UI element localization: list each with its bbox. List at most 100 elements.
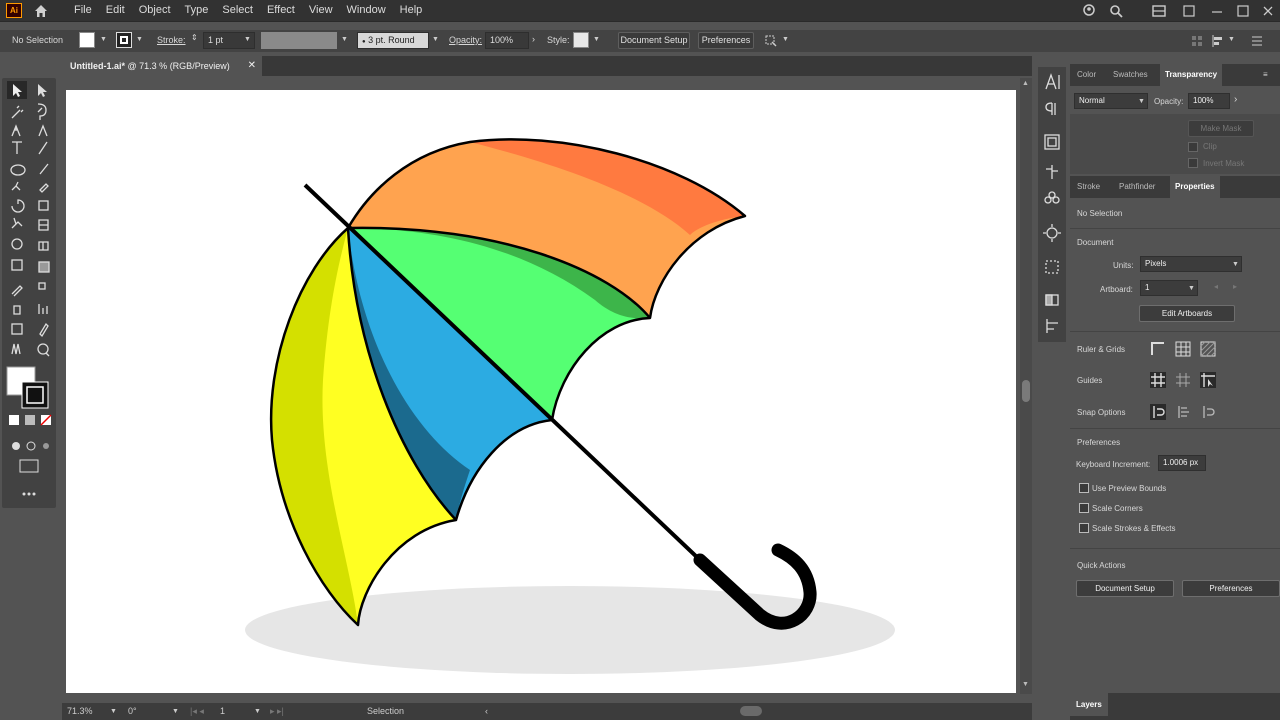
chevron-down-icon[interactable]: ▼ — [136, 36, 143, 43]
quick-document-setup-button[interactable]: Document Setup — [1076, 580, 1174, 597]
chevron-down-icon[interactable]: ▼ — [1188, 285, 1195, 292]
document-tab[interactable]: Untitled-1.ai* @ 71.3 % (RGB/Preview) ✕ — [62, 56, 262, 76]
chevron-down-icon[interactable]: ▼ — [1138, 98, 1145, 105]
search-icon[interactable] — [1109, 4, 1123, 18]
scroll-up-icon[interactable]: ▲ — [1022, 80, 1029, 87]
preferences-button[interactable]: Preferences — [698, 32, 754, 49]
close-window-icon[interactable] — [1261, 4, 1275, 18]
stroke-label[interactable]: Stroke: — [157, 35, 186, 45]
menu-type[interactable]: Type — [178, 0, 216, 22]
units-select[interactable]: Pixels — [1140, 256, 1242, 272]
chevron-down-icon[interactable]: ▼ — [341, 36, 348, 43]
rotation-value[interactable]: 0° — [128, 706, 137, 716]
tools-panel — [2, 78, 56, 508]
pixel-grid-icon[interactable] — [1200, 341, 1216, 357]
variable-width-profile[interactable] — [261, 32, 337, 49]
last-artboard-icon[interactable]: ▸ ▸| — [270, 706, 284, 717]
menu-edit[interactable]: Edit — [99, 0, 132, 22]
make-mask-button[interactable]: Make Mask — [1188, 120, 1254, 137]
maximize-icon[interactable] — [1236, 4, 1250, 18]
menu-window[interactable]: Window — [340, 0, 393, 22]
chevron-down-icon[interactable]: ▼ — [100, 36, 107, 43]
stroke-stepper-icon[interactable]: ⇕ — [191, 33, 198, 42]
umbrella-artwork[interactable] — [66, 90, 1016, 693]
opacity-field[interactable]: 100% — [485, 32, 529, 49]
tab-properties[interactable]: Properties — [1170, 176, 1220, 198]
next-artboard-icon[interactable]: ▸ — [1233, 282, 1237, 291]
document-setup-button[interactable]: Document Setup — [618, 32, 690, 49]
arrange-documents-icon[interactable] — [1152, 4, 1166, 18]
scale-strokes-checkbox[interactable] — [1079, 523, 1089, 533]
quick-preferences-button[interactable]: Preferences — [1182, 580, 1280, 597]
zoom-level[interactable]: 71.3% — [67, 706, 93, 716]
chevron-down-icon[interactable]: ▼ — [1232, 261, 1239, 268]
menu-select[interactable]: Select — [215, 0, 260, 22]
keyboard-increment-label: Keyboard Increment: — [1076, 460, 1151, 469]
clip-checkbox[interactable] — [1188, 142, 1198, 152]
snap-to-pixel-icon[interactable] — [1200, 404, 1216, 420]
first-artboard-icon[interactable]: |◂ ◂ — [190, 706, 204, 717]
opacity-label[interactable]: Opacity: — [449, 35, 482, 45]
minimize-icon[interactable] — [1210, 4, 1224, 18]
blend-mode-select[interactable]: Normal — [1074, 93, 1148, 109]
menu-object[interactable]: Object — [132, 0, 178, 22]
align-left-icon[interactable] — [1211, 34, 1225, 48]
edit-artboards-button[interactable]: Edit Artboards — [1139, 305, 1235, 322]
h-scroll-thumb[interactable] — [740, 706, 762, 716]
panel-icon-strip — [1038, 67, 1066, 342]
panel-menu-icon[interactable]: ≡ — [1263, 70, 1268, 79]
panel-menu-icon[interactable] — [1250, 34, 1264, 48]
prev-artboard-icon[interactable]: ◂ — [1214, 282, 1218, 291]
chevron-down-icon[interactable]: ▼ — [172, 708, 179, 715]
rulers-grids-label: Ruler & Grids — [1077, 345, 1126, 354]
guides-icon[interactable] — [1150, 372, 1166, 388]
menu-effect[interactable]: Effect — [260, 0, 302, 22]
chevron-down-icon[interactable]: ▼ — [1228, 36, 1235, 43]
lock-guides-icon[interactable] — [1175, 372, 1191, 388]
scroll-thumb[interactable] — [1022, 380, 1030, 402]
artboard[interactable] — [66, 90, 1016, 693]
restore-window-icon[interactable] — [1182, 4, 1196, 18]
tab-pathfinder[interactable]: Pathfinder — [1114, 176, 1160, 198]
stroke-swatch[interactable] — [116, 32, 132, 48]
ruler-icon[interactable] — [1150, 341, 1166, 357]
chevron-right-icon[interactable]: › — [1234, 94, 1237, 105]
style-swatch[interactable] — [573, 32, 589, 48]
menu-view[interactable]: View — [302, 0, 340, 22]
chevron-down-icon[interactable]: ▼ — [593, 36, 600, 43]
tab-transparency[interactable]: Transparency — [1160, 64, 1223, 86]
use-preview-bounds-checkbox[interactable] — [1079, 483, 1089, 493]
tab-stroke[interactable]: Stroke — [1072, 176, 1105, 198]
align-grid-icon[interactable] — [1190, 34, 1204, 48]
scroll-down-icon[interactable]: ▼ — [1022, 681, 1029, 688]
menu-file[interactable]: File — [67, 0, 99, 22]
transparency-opacity-field[interactable]: 100% — [1188, 93, 1230, 109]
smart-guides-icon[interactable] — [1200, 372, 1216, 388]
vertical-scrollbar[interactable]: ▲ ▼ — [1020, 78, 1032, 694]
chevron-down-icon[interactable]: ▼ — [432, 36, 439, 43]
grid-icon[interactable] — [1175, 341, 1191, 357]
chevron-down-icon[interactable]: ▼ — [254, 708, 261, 715]
artboard-number[interactable]: 1 — [220, 706, 225, 716]
snap-to-point-icon[interactable] — [1150, 404, 1166, 420]
menu-help[interactable]: Help — [393, 0, 430, 22]
invert-mask-checkbox[interactable] — [1188, 158, 1198, 168]
chevron-down-icon[interactable]: ▼ — [782, 36, 789, 43]
panel-tabs-top: Color Swatches Transparency ≡ — [1070, 64, 1280, 86]
chevron-down-icon[interactable]: ▼ — [244, 36, 251, 43]
home-icon[interactable] — [33, 3, 49, 19]
chevron-left-icon[interactable]: ‹ — [485, 706, 488, 716]
chevron-right-icon[interactable]: › — [532, 34, 535, 44]
fill-swatch[interactable] — [79, 32, 95, 48]
scale-corners-checkbox[interactable] — [1079, 503, 1089, 513]
keyboard-increment-field[interactable]: 1.0006 px — [1158, 455, 1206, 471]
chevron-down-icon[interactable]: ▼ — [110, 708, 117, 715]
snap-to-grid-icon[interactable] — [1175, 404, 1191, 420]
user-sync-icon[interactable] — [1082, 4, 1096, 18]
recolor-artwork-icon[interactable] — [764, 34, 778, 48]
tab-swatches[interactable]: Swatches — [1108, 64, 1153, 86]
close-tab-icon[interactable]: ✕ — [248, 56, 256, 76]
brush-definition[interactable]: ● 3 pt. Round — [357, 32, 429, 49]
tab-layers[interactable]: Layers — [1070, 693, 1108, 716]
tab-color[interactable]: Color — [1072, 64, 1101, 86]
